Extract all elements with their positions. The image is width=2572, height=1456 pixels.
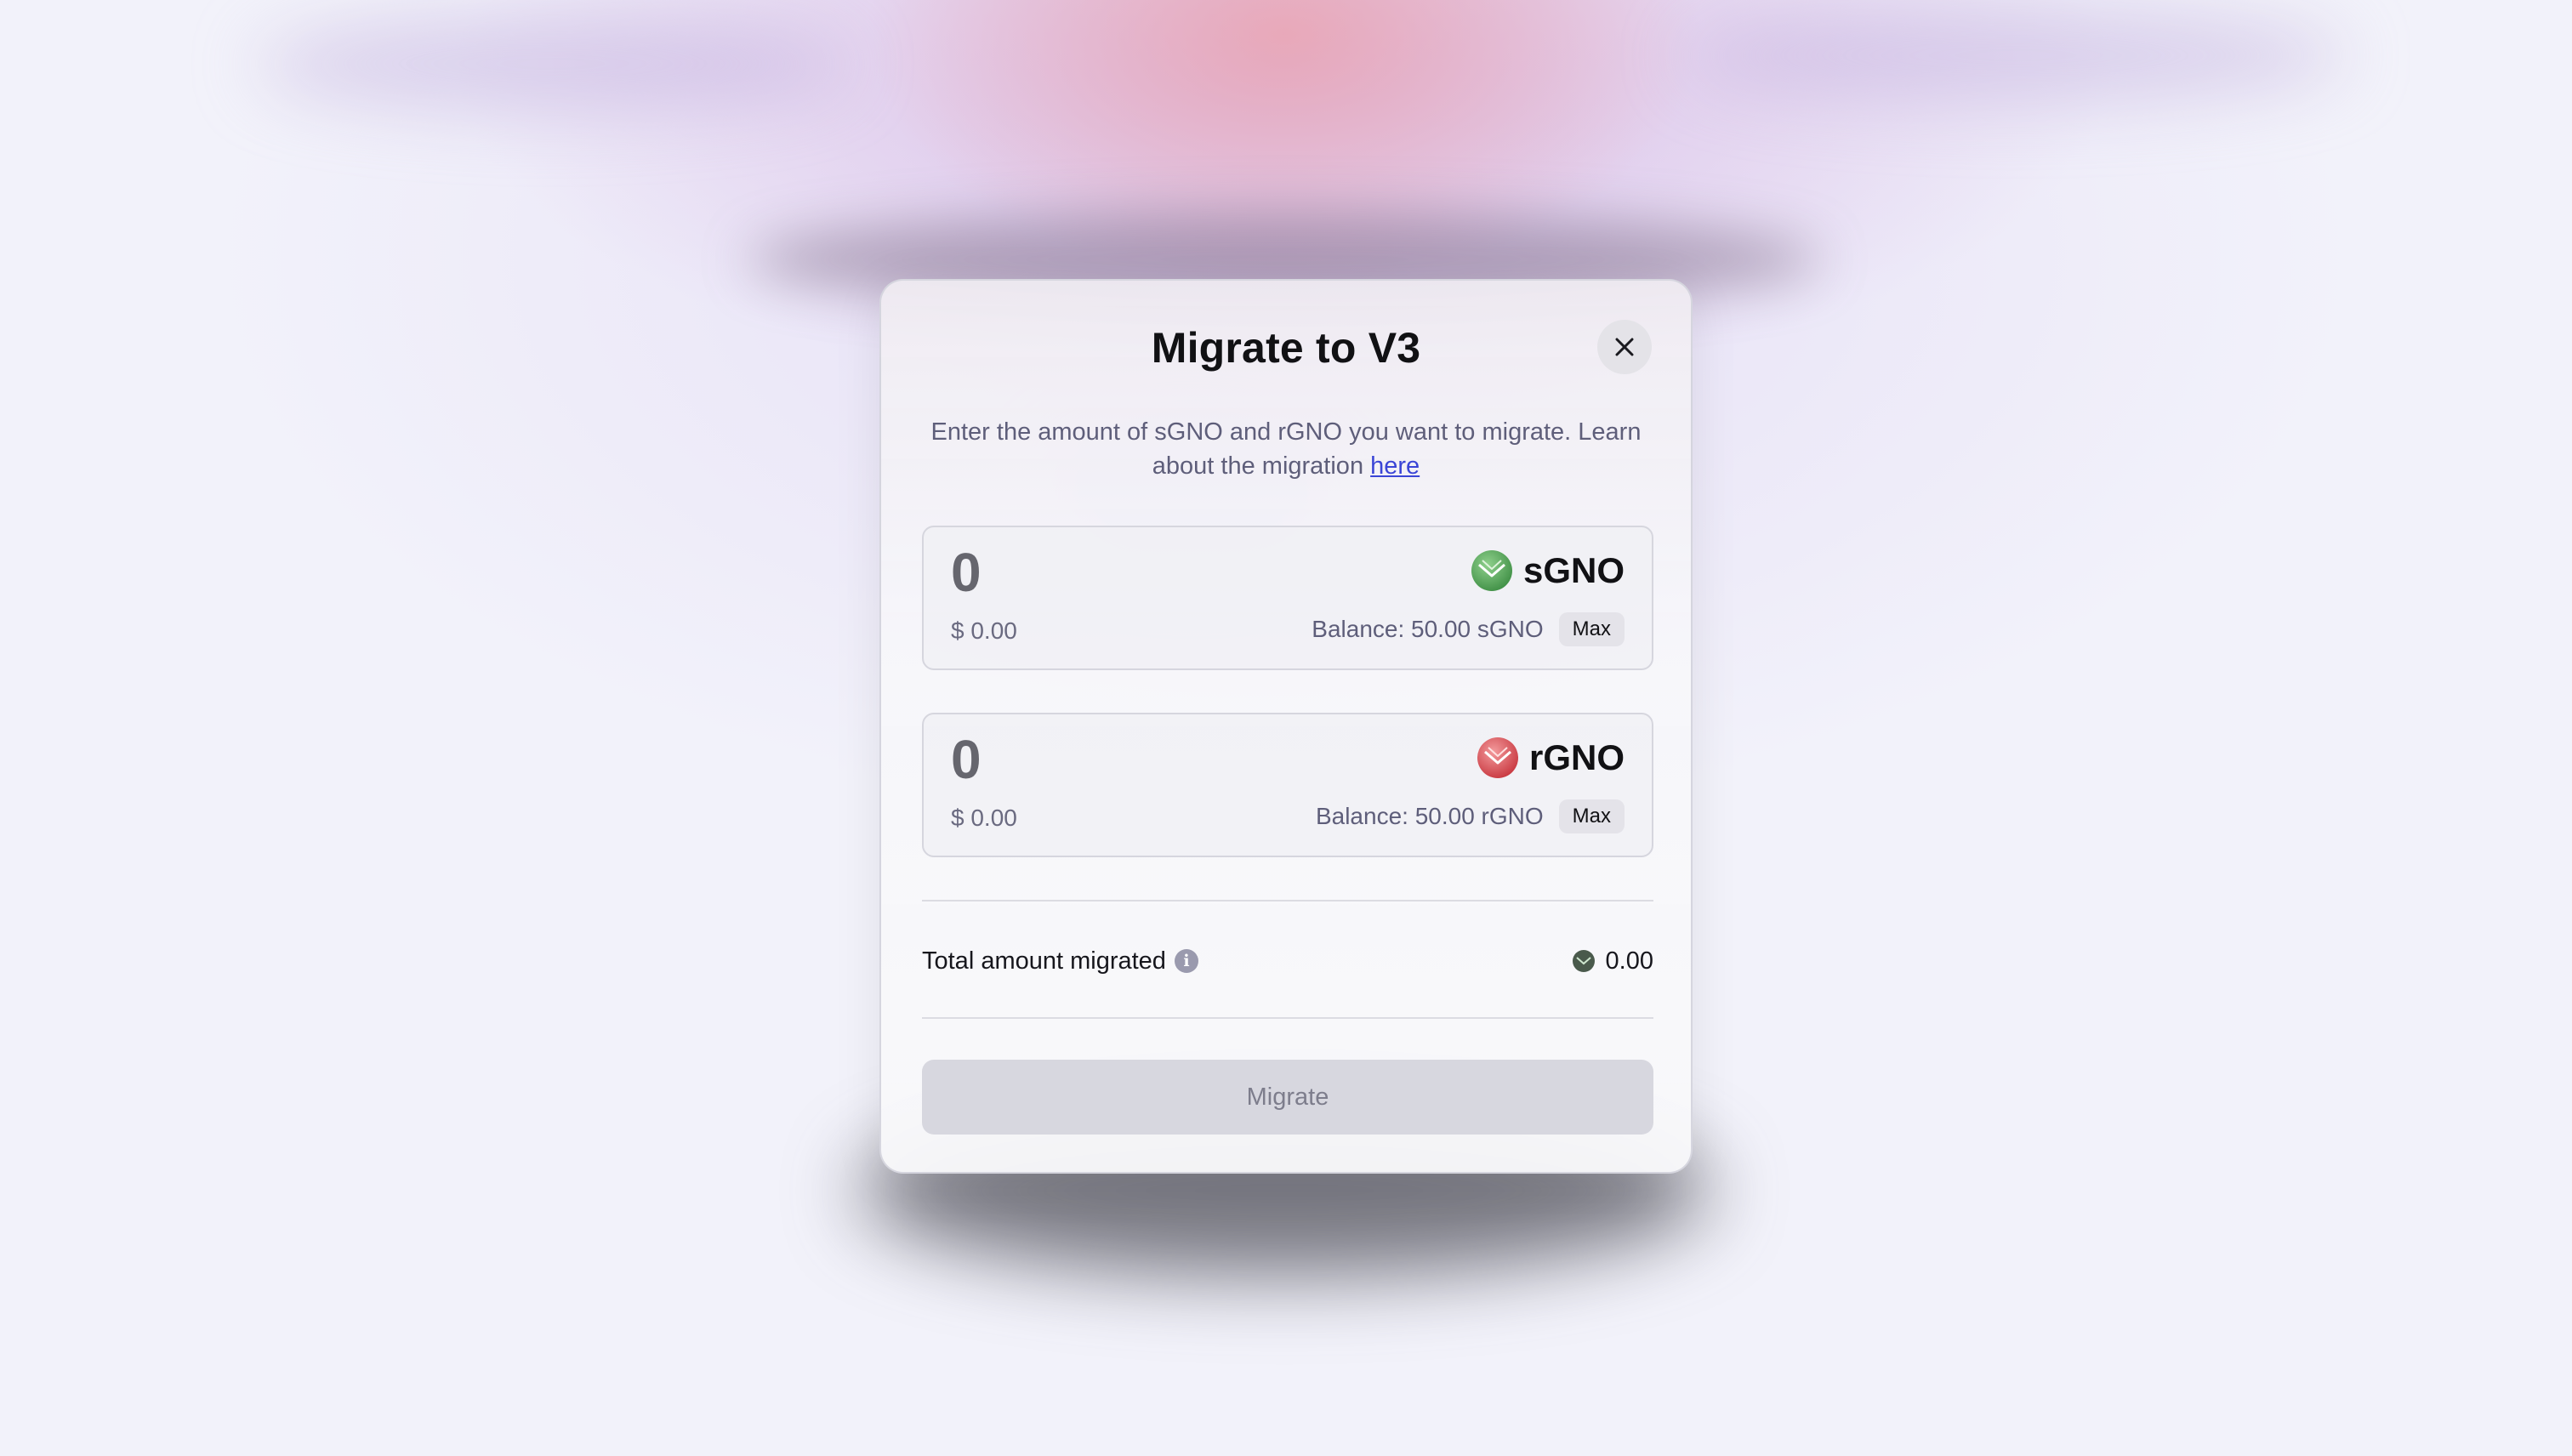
rgno-token-icon (1477, 737, 1518, 778)
rgno-symbol: rGNO (1528, 737, 1625, 777)
rgno-balance-row: Balance: 50.00 rGNO Max (1316, 799, 1625, 833)
divider (922, 1017, 1653, 1019)
modal-title: Migrate to V3 (1151, 324, 1421, 372)
migrate-button[interactable]: Migrate (922, 1060, 1653, 1135)
info-icon[interactable]: i (1174, 949, 1198, 973)
rgno-amount-input[interactable] (951, 730, 1291, 789)
total-label: Total amount migrated (922, 947, 1166, 975)
learn-more-link[interactable]: here (1370, 452, 1420, 480)
sgno-input-card: $ 0.00 sGNO Balance: 50.00 sGNO Max (922, 526, 1653, 670)
total-migrated-row: Total amount migrated i 0.00 (922, 944, 1653, 978)
rgno-balance: Balance: 50.00 rGNO (1315, 803, 1544, 829)
sgno-amount-input[interactable] (951, 543, 1291, 602)
gno-token-icon (1572, 950, 1595, 972)
background-blur-shape (255, 17, 851, 111)
description-text: Enter the amount of sGNO and rGNO you wa… (930, 418, 1642, 480)
sgno-balance-row: Balance: 50.00 sGNO Max (1312, 612, 1625, 646)
background-blur-shape (1684, 9, 2347, 102)
rgno-usd-value: $ 0.00 (951, 805, 1017, 831)
close-button[interactable] (1597, 320, 1652, 374)
rgno-input-card: $ 0.00 rGNO Balance: 50.00 rGNO Max (922, 713, 1653, 857)
total-label-group: Total amount migrated i (922, 947, 1198, 975)
sgno-symbol: sGNO (1522, 550, 1625, 590)
sgno-max-button[interactable]: Max (1558, 612, 1625, 646)
sgno-balance: Balance: 50.00 sGNO (1312, 616, 1544, 642)
sgno-token-label: sGNO (1471, 549, 1625, 592)
rgno-max-button[interactable]: Max (1558, 799, 1625, 833)
total-value-group: 0.00 (1572, 947, 1653, 975)
migrate-modal: Migrate to V3 Enter the amount of sGNO a… (879, 279, 1693, 1174)
divider (922, 900, 1653, 901)
close-icon (1615, 338, 1634, 356)
rgno-token-label: rGNO (1477, 737, 1625, 779)
sgno-usd-value: $ 0.00 (951, 617, 1017, 644)
total-value: 0.00 (1605, 947, 1653, 975)
modal-description: Enter the amount of sGNO and rGNO you wa… (915, 415, 1657, 483)
sgno-token-icon (1471, 550, 1512, 591)
